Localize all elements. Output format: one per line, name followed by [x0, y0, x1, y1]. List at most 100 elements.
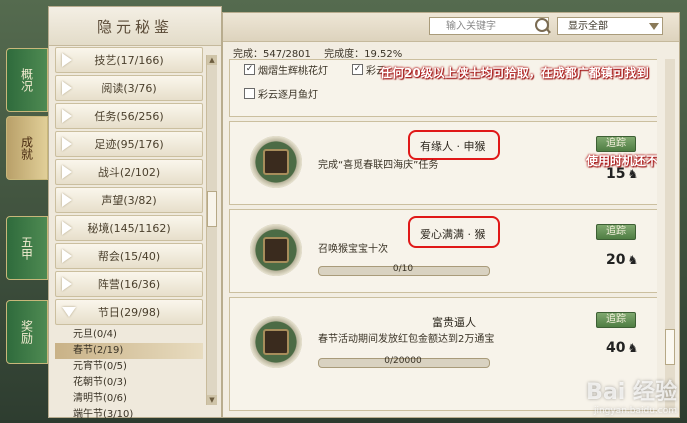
checkbox-checked-icon: ✓	[244, 64, 255, 75]
category-label: 声望(3/82)	[101, 194, 157, 207]
category-label: 秘境(145/1162)	[87, 222, 171, 235]
progress-text: 0/10	[392, 264, 414, 274]
points-horse-icon: ♞	[627, 341, 639, 355]
side-tab-bar: 概况 成就 五甲 奖励	[0, 20, 50, 420]
expand-arrow-icon	[62, 221, 72, 235]
category-label: 帮会(15/40)	[97, 250, 161, 263]
tab-wujia-label: 五甲	[19, 236, 34, 260]
scroll-up-icon[interactable]: ▲	[207, 55, 217, 65]
expand-arrow-icon	[62, 53, 72, 67]
achievement-desc: 春节活动期间发放红包金额达到2万通宝	[318, 334, 495, 345]
scroll-thumb[interactable]	[665, 329, 675, 365]
sub-item[interactable]: 花朝节(0/3)	[55, 375, 203, 391]
category-label: 足迹(95/176)	[94, 138, 164, 151]
watermark-url: jingyan.baidu.com	[593, 406, 677, 416]
achievement-scrollbar[interactable]	[665, 59, 675, 411]
expand-arrow-icon	[62, 277, 72, 291]
search-input[interactable]: 输入关键字	[429, 17, 549, 35]
achievement-points: 20 ♞	[606, 252, 638, 268]
scroll-down-icon[interactable]: ▼	[207, 395, 217, 405]
expand-arrow-icon	[62, 137, 72, 151]
achievement-icon-frame	[263, 329, 289, 355]
tab-achievements-label: 成就	[19, 136, 34, 160]
monkey-icon	[250, 224, 302, 276]
points-value: 40	[606, 340, 626, 356]
category-panel: 隐元秘鉴 技艺(17/166) 阅读(3/76) 任务(56/256) 足迹(9…	[48, 6, 222, 420]
chevron-down-icon	[649, 23, 659, 30]
checklist-card: ✓ 烟熠生辉桃花灯 ✓ 彩云… 彩云逐月鱼灯 任何20级以上侠士均可拾取，在成都广都…	[229, 59, 657, 117]
achievement-card: 爱心满满 · 猴 召唤猴宝宝十次 0/10 追踪 20 ♞	[229, 209, 657, 293]
category-list: 技艺(17/166) 阅读(3/76) 任务(56/256) 足迹(95/176…	[55, 47, 203, 423]
expand-arrow-icon	[62, 165, 72, 179]
sub-item[interactable]: 元宵节(0/5)	[55, 359, 203, 375]
track-button[interactable]: 追踪	[596, 312, 636, 328]
checklist-item[interactable]: ✓ 烟熠生辉桃花灯	[244, 62, 328, 77]
tab-rewards[interactable]: 奖励	[6, 300, 48, 364]
hint-text: 使用时机还不到	[586, 154, 657, 168]
achievement-icon-frame	[263, 237, 289, 263]
checkbox-checked-icon: ✓	[352, 64, 363, 75]
highlight-ring	[408, 216, 500, 248]
achievement-card: 有缘人 · 申猴 完成“喜觅春联四海庆”任务 追踪 15♞ 使用时机还不到	[229, 121, 657, 205]
category-item[interactable]: 技艺(17/166)	[55, 47, 203, 73]
tab-overview-label: 概况	[19, 68, 34, 92]
achievement-panel: 输入关键字 显示全部 完成：547/2801 完成度：19.52% ✓ 烟熠生辉桃…	[222, 12, 680, 418]
sub-item[interactable]: 清明节(0/6)	[55, 391, 203, 407]
category-item[interactable]: 秘境(145/1162)	[55, 215, 203, 241]
watermark-logo: Bai 经验 jingyan.baidu.com	[586, 374, 677, 416]
tab-overview[interactable]: 概况	[6, 48, 48, 112]
category-item[interactable]: 战斗(2/102)	[55, 159, 203, 185]
category-item[interactable]: 足迹(95/176)	[55, 131, 203, 157]
category-item[interactable]: 任务(56/256)	[55, 103, 203, 129]
category-item[interactable]: 阅读(3/76)	[55, 75, 203, 101]
category-item[interactable]: 阵营(16/36)	[55, 271, 203, 297]
points-horse-icon: ♞	[627, 253, 639, 267]
tab-wujia[interactable]: 五甲	[6, 216, 48, 280]
collapse-arrow-icon	[62, 307, 76, 317]
category-label: 节日(29/98)	[97, 306, 161, 319]
search-icon[interactable]	[535, 18, 549, 32]
checklist-item[interactable]: 彩云逐月鱼灯	[244, 86, 318, 101]
category-label: 阅读(3/76)	[101, 82, 157, 95]
red-envelope-icon	[250, 316, 302, 368]
expand-arrow-icon	[62, 249, 72, 263]
achievement-desc: 完成“喜觅春联四海庆”任务	[318, 160, 439, 171]
checklist-label: 彩云逐月鱼灯	[258, 90, 318, 101]
sub-item[interactable]: 元旦(0/4)	[55, 327, 203, 343]
checklist-label: 烟熠生辉桃花灯	[258, 66, 328, 77]
expand-arrow-icon	[62, 81, 72, 95]
achievement-points: 40 ♞	[606, 340, 638, 356]
scroll-thumb[interactable]	[207, 191, 217, 227]
game-window: 概况 成就 五甲 奖励 隐元秘鉴 技艺(17/166) 阅读(3/76) 任务(…	[0, 0, 687, 420]
category-label: 阵营(16/36)	[97, 278, 161, 291]
expand-arrow-icon	[62, 109, 72, 123]
track-button[interactable]: 追踪	[596, 224, 636, 240]
panel-title: 隐元秘鉴	[49, 7, 221, 46]
tooltip-banner: 任何20级以上侠士均可拾取，在成都广都镇可找到	[380, 66, 649, 80]
category-label: 任务(56/256)	[94, 110, 164, 123]
category-item[interactable]: 声望(3/82)	[55, 187, 203, 213]
filter-dropdown[interactable]: 显示全部	[557, 17, 663, 35]
checkbox-empty-icon	[244, 88, 255, 99]
toolbar: 输入关键字 显示全部	[223, 13, 679, 42]
watermark-brand: Bai 经验	[586, 380, 677, 405]
category-item-festival[interactable]: 节日(29/98)	[55, 299, 203, 325]
achievement-list: ✓ 烟熠生辉桃花灯 ✓ 彩云… 彩云逐月鱼灯 任何20级以上侠士均可拾取，在成都广都…	[229, 59, 657, 411]
category-item[interactable]: 帮会(15/40)	[55, 243, 203, 269]
achievement-desc: 召唤猴宝宝十次	[318, 244, 388, 255]
tab-achievements[interactable]: 成就	[6, 116, 48, 180]
category-label: 技艺(17/166)	[94, 54, 164, 67]
track-button[interactable]: 追踪	[596, 136, 636, 152]
category-label: 战斗(2/102)	[97, 166, 161, 179]
sub-item[interactable]: 端午节(3/10)	[55, 407, 203, 423]
sub-item-selected[interactable]: 春节(2/19)	[55, 343, 203, 359]
completion-summary: 完成：547/2801 完成度：19.52%	[233, 45, 412, 60]
points-horse-icon: ♞	[627, 167, 639, 181]
festival-sub-list: 元旦(0/4) 春节(2/19) 元宵节(0/5) 花朝节(0/3) 清明节(0…	[55, 327, 203, 423]
tab-rewards-label: 奖励	[19, 320, 34, 344]
achievement-title: 富贵逼人	[432, 316, 476, 329]
category-scrollbar[interactable]: ▲ ▼	[206, 55, 217, 405]
achievement-icon-frame	[263, 149, 289, 175]
expand-arrow-icon	[62, 193, 72, 207]
points-value: 20	[606, 252, 626, 268]
